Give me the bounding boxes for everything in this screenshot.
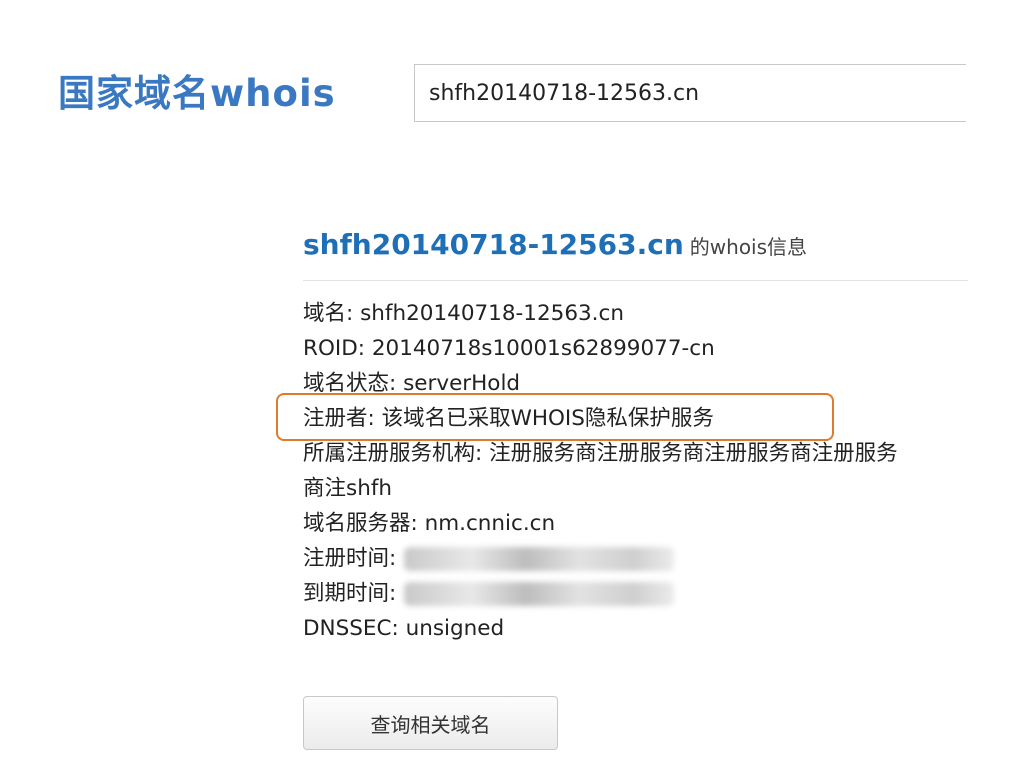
domain-search-input[interactable] [415,65,966,121]
redacted-date [404,547,675,571]
result-title: shfh20140718-12563.cn 的whois信息 [303,228,968,281]
domain-search-box[interactable] [414,64,966,122]
result-domain-title: shfh20140718-12563.cn [303,228,684,261]
info-row-status: 域名状态: serverHold [303,371,521,392]
result-title-suffix: 的whois信息 [689,235,808,259]
info-row-registered-date: 注册时间: [303,541,968,576]
info-row-expiry-date: 到期时间: [303,576,968,611]
whois-info-list: 域名: shfh20140718-12563.cn ROID: 20140718… [303,296,968,646]
info-row-nameserver: 域名服务器: nm.cnnic.cn [303,511,556,536]
info-row-registrar-cont: 商注shfh [303,476,393,501]
site-logo[interactable]: 国家域名whois [58,70,336,118]
info-row-registrar: 所属注册服务机构: 注册服务商注册服务商注册服务商注册服务 [303,441,898,466]
info-row-roid: ROID: 20140718s10001s62899077-cn [303,336,715,361]
info-row-registrant: 注册者: 该域名已采取WHOIS隐私保护服务 [303,406,714,431]
redacted-date [404,582,675,606]
info-row-domain: 域名: shfh20140718-12563.cn [303,301,624,326]
info-row-dnssec: DNSSEC: unsigned [303,616,505,641]
query-related-domains-button[interactable]: 查询相关域名 [303,696,558,750]
